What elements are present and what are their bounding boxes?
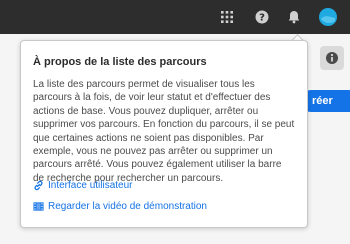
- info-button[interactable]: [320, 46, 344, 70]
- watch-video-link[interactable]: Regarder la vidéo de démonstration: [33, 200, 207, 213]
- notifications-bell-icon[interactable]: [286, 9, 302, 25]
- link-icon: [34, 180, 43, 191]
- popover-title: À propos de la liste des parcours: [33, 56, 207, 68]
- user-avatar-icon[interactable]: [318, 7, 338, 27]
- top-navigation-bar: ?: [0, 0, 350, 34]
- help-icon[interactable]: ?: [254, 9, 270, 25]
- user-interface-link[interactable]: Interface utilisateur: [33, 179, 133, 192]
- info-icon: [326, 52, 338, 64]
- svg-text:?: ?: [259, 13, 265, 24]
- video-icon: [33, 202, 44, 211]
- help-popover: À propos de la liste des parcours La lis…: [20, 40, 308, 228]
- apps-grid-icon[interactable]: [219, 9, 235, 25]
- link-label: Regarder la vidéo de démonstration: [48, 201, 207, 212]
- popover-description: La liste des parcours permet de visualis…: [33, 79, 295, 184]
- link-label: Interface utilisateur: [48, 180, 133, 191]
